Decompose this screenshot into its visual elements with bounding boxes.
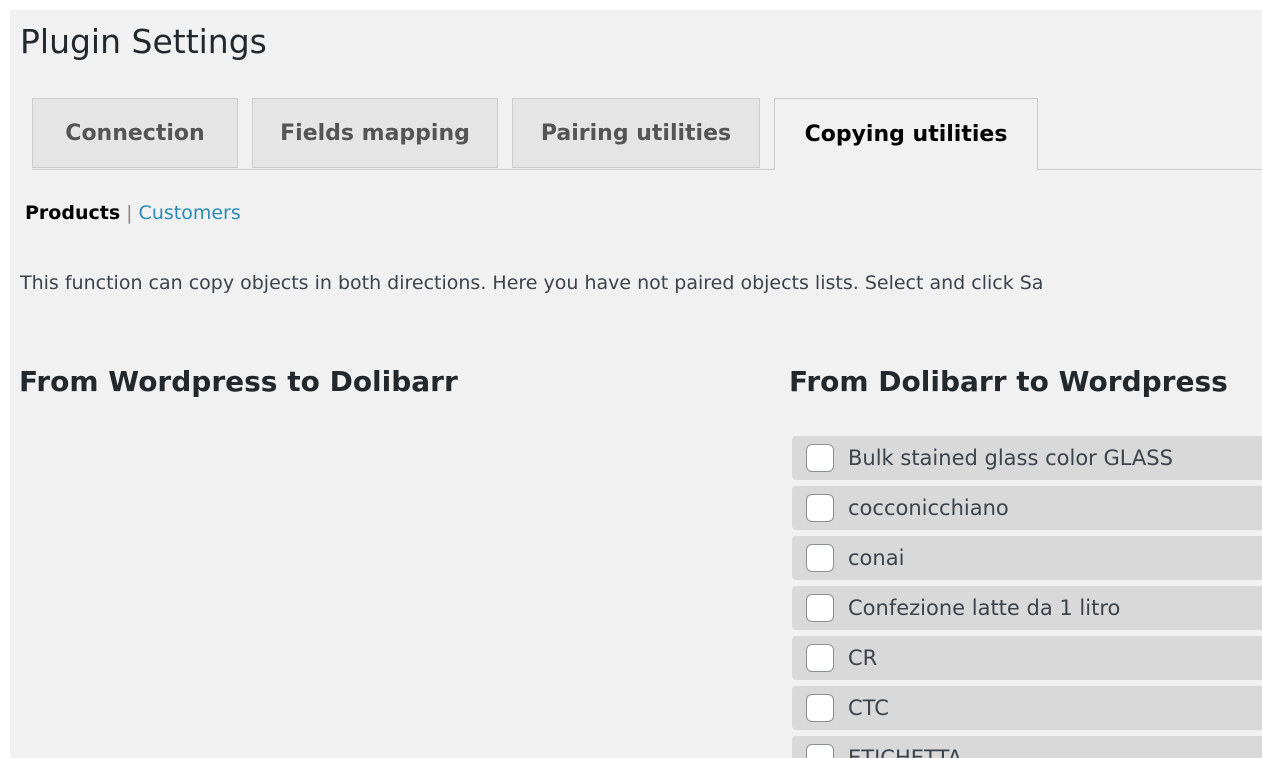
settings-page: Plugin Settings Connection Fields mappin… bbox=[10, 10, 1262, 758]
object-checkbox[interactable] bbox=[806, 444, 834, 472]
page-description: This function can copy objects in both d… bbox=[20, 272, 1044, 294]
list-item[interactable]: ETICHETTA bbox=[792, 736, 1262, 758]
object-checkbox[interactable] bbox=[806, 544, 834, 572]
object-checkbox[interactable] bbox=[806, 744, 834, 758]
list-item[interactable]: conai bbox=[792, 536, 1262, 580]
object-checkbox[interactable] bbox=[806, 494, 834, 522]
object-label: conai bbox=[848, 546, 905, 570]
object-type-subnav: Products | Customers bbox=[25, 202, 241, 224]
object-label: Bulk stained glass color GLASS bbox=[848, 446, 1173, 470]
object-label: ETICHETTA bbox=[848, 746, 963, 758]
tab-fields-mapping[interactable]: Fields mapping bbox=[252, 98, 498, 168]
object-label: CR bbox=[848, 646, 878, 670]
list-item[interactable]: CTC bbox=[792, 686, 1262, 730]
tab-copying-utilities[interactable]: Copying utilities bbox=[774, 98, 1038, 170]
tab-pairing-utilities[interactable]: Pairing utilities bbox=[512, 98, 760, 168]
dolibarr-objects-list: Bulk stained glass color GLASS cocconicc… bbox=[792, 436, 1262, 758]
tab-connection[interactable]: Connection bbox=[32, 98, 238, 168]
list-item[interactable]: cocconicchiano bbox=[792, 486, 1262, 530]
tab-bar: Connection Fields mapping Pairing utilit… bbox=[32, 98, 1262, 170]
object-label: Confezione latte da 1 litro bbox=[848, 596, 1121, 620]
subnav-products[interactable]: Products bbox=[25, 202, 120, 224]
subnav-separator: | bbox=[126, 202, 133, 224]
list-item[interactable]: Bulk stained glass color GLASS bbox=[792, 436, 1262, 480]
page-title: Plugin Settings bbox=[20, 22, 267, 61]
heading-wordpress-to-dolibarr: From Wordpress to Dolibarr bbox=[19, 365, 458, 398]
object-label: CTC bbox=[848, 696, 889, 720]
object-checkbox[interactable] bbox=[806, 594, 834, 622]
list-item[interactable]: CR bbox=[792, 636, 1262, 680]
heading-dolibarr-to-wordpress: From Dolibarr to Wordpress bbox=[789, 365, 1228, 398]
object-checkbox[interactable] bbox=[806, 644, 834, 672]
subnav-customers-link[interactable]: Customers bbox=[139, 202, 241, 224]
list-item[interactable]: Confezione latte da 1 litro bbox=[792, 586, 1262, 630]
tab-bar-divider bbox=[32, 169, 1262, 170]
object-checkbox[interactable] bbox=[806, 694, 834, 722]
object-label: cocconicchiano bbox=[848, 496, 1009, 520]
